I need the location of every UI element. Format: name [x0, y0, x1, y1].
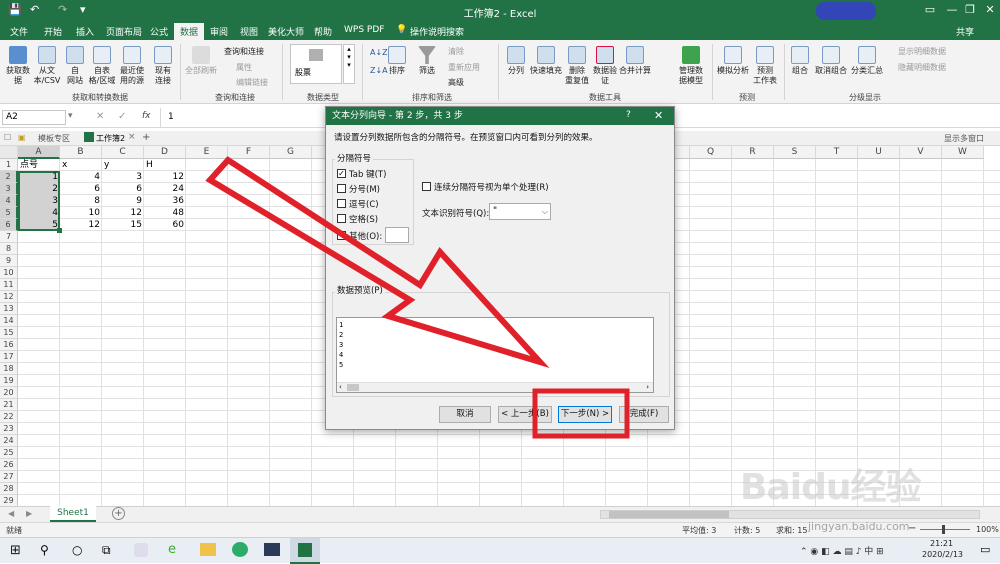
watermark-text: Baidu经验 [740, 467, 921, 508]
red-highlight-box [532, 388, 630, 439]
baidu-watermark: Baidu经验 [740, 458, 921, 510]
watermark-url: jingyan.baidu.com [808, 520, 910, 533]
red-arrow-annotation [205, 156, 550, 369]
